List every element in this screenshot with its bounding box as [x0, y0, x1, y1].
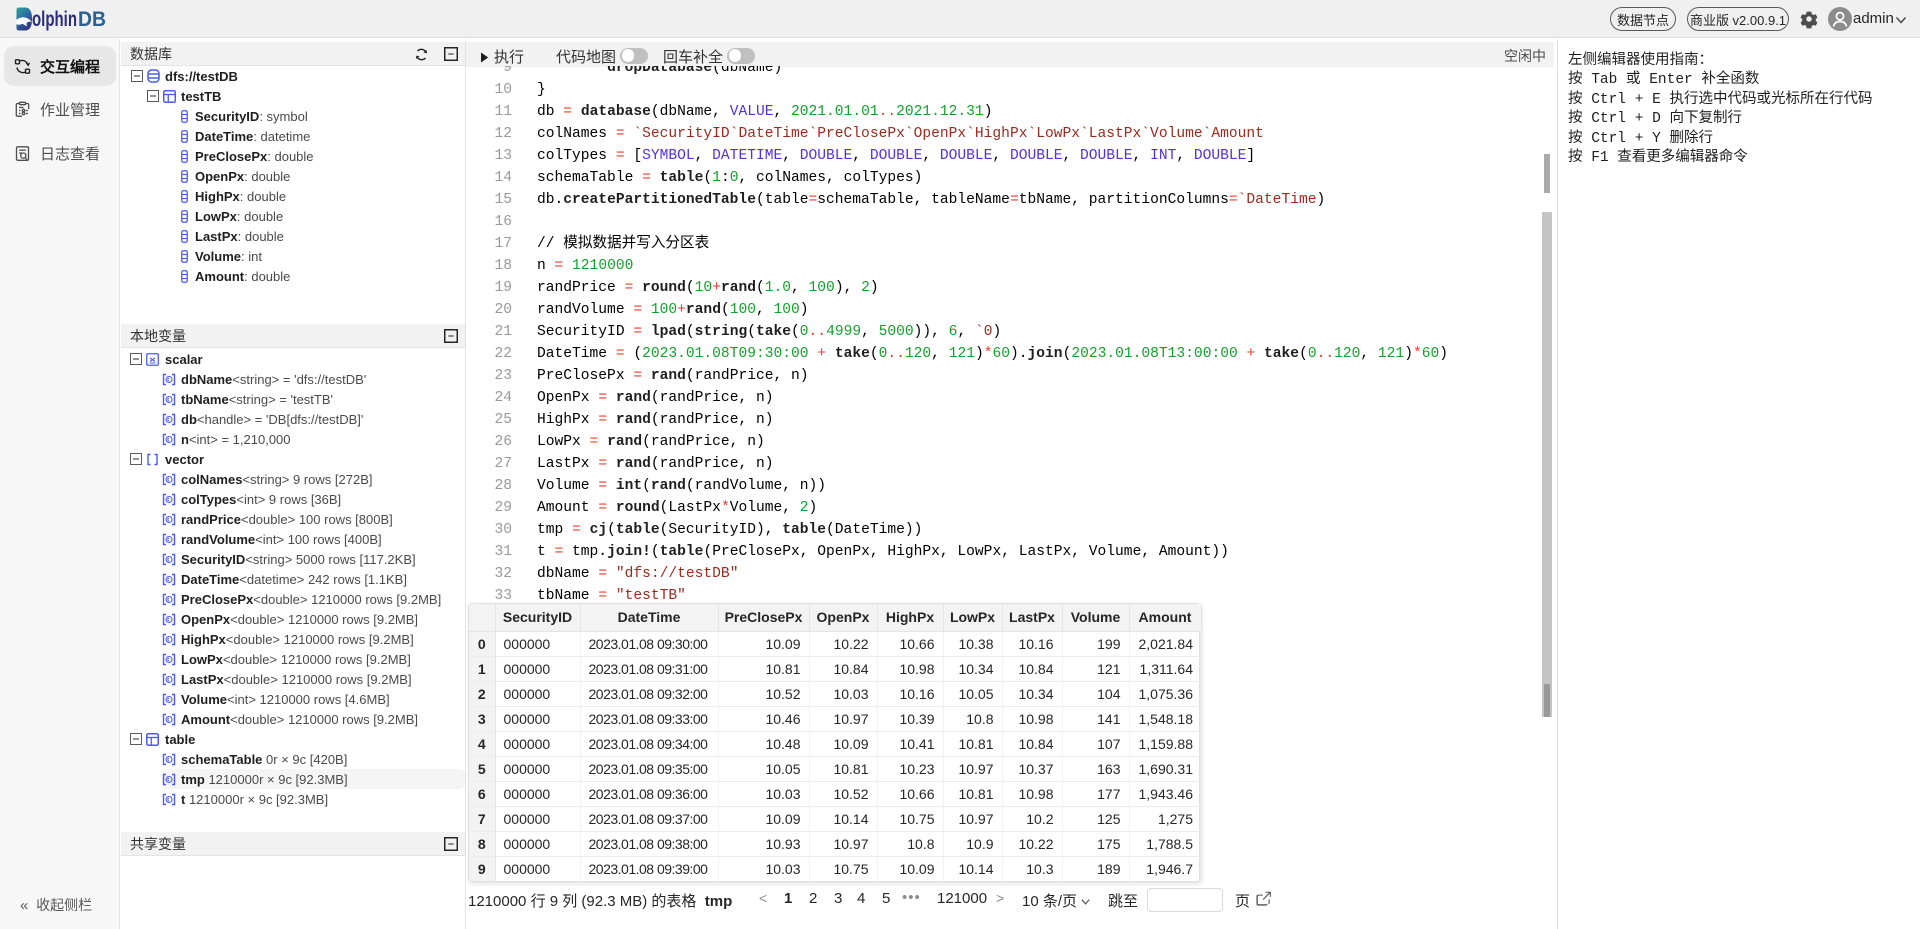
svg-text:olphin: olphin	[32, 8, 77, 31]
svg-text:DB: DB	[78, 8, 106, 31]
